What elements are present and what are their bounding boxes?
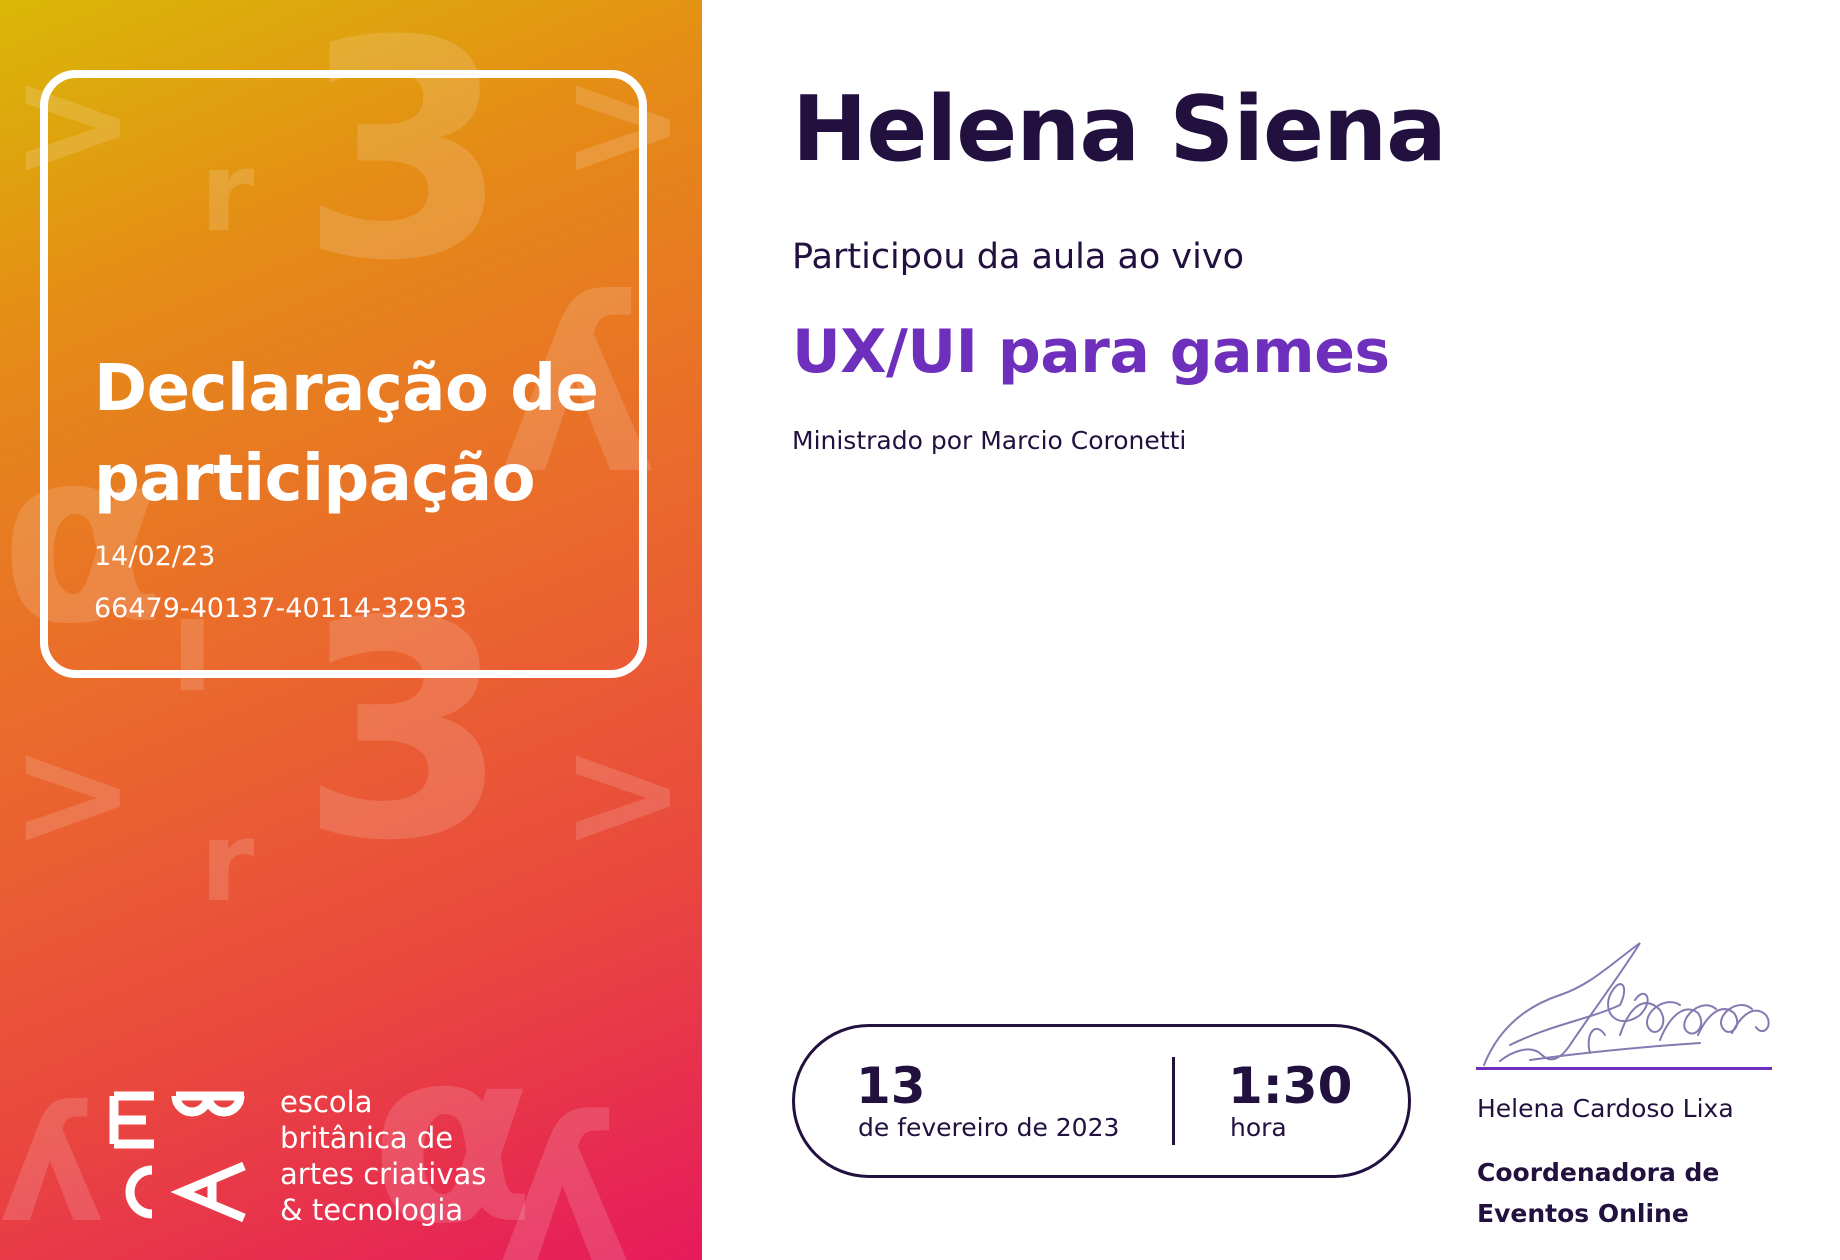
signatory-role-line1: Coordenadora de [1477, 1158, 1720, 1187]
logo-line2: britânica de [280, 1121, 454, 1155]
instructor-text: Ministrado por Marcio Coronetti [792, 426, 1187, 455]
declaration-title-line1: Declaração de [94, 352, 599, 426]
svg-text:r: r [200, 798, 254, 926]
logo-line1: escola [280, 1085, 373, 1119]
issue-date: 14/02/23 [94, 541, 216, 572]
svg-text:>: > [10, 707, 136, 881]
signatory-role-line2: Eventos Online [1477, 1199, 1689, 1228]
svg-text:ʎ: ʎ [500, 1075, 630, 1260]
ebac-logo-icon [109, 1091, 246, 1223]
signatory-name: Helena Cardoso Lixa [1477, 1094, 1734, 1123]
event-month-year: de fevereiro de 2023 [858, 1113, 1120, 1142]
course-title: UX/UI para games [792, 317, 1390, 387]
event-duration-label: hora [1230, 1113, 1287, 1142]
svg-text:>: > [560, 707, 686, 881]
participant-name: Helena Siena [792, 77, 1447, 182]
attended-text: Participou da aula ao vivo [792, 237, 1244, 277]
event-duration: 1:30 [1228, 1057, 1353, 1115]
svg-text:ʎ: ʎ [0, 1071, 104, 1258]
handwritten-signature [1483, 942, 1770, 1066]
signatory-role: Coordenadora de Eventos Online [1477, 1152, 1719, 1234]
signature-line [1476, 1067, 1772, 1070]
event-day: 13 [856, 1057, 926, 1115]
school-name-logo-text: escola britânica de artes criativas & te… [280, 1084, 486, 1228]
declaration-title: Declaração de participação [94, 344, 654, 524]
logo-line4: & tecnologia [280, 1193, 464, 1227]
pill-divider [1172, 1057, 1175, 1145]
declaration-title-line2: participação [94, 442, 536, 516]
verification-code: 66479-40137-40114-32953 [94, 593, 467, 624]
left-gradient-panel: 3 3 > > > > r r ʎ α α ʎ ʎ ı Declaração d… [0, 0, 702, 1260]
certificate-page: 3 3 > > > > r r ʎ α α ʎ ʎ ı Declaração d… [0, 0, 1840, 1260]
logo-line3: artes criativas [280, 1157, 487, 1191]
